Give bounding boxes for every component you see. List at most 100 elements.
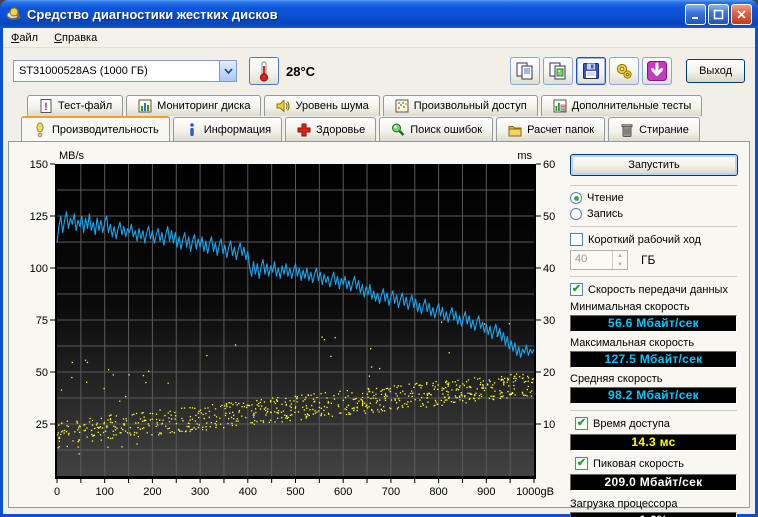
tab-extra-tests[interactable]: Дополнительные тесты [540, 95, 703, 116]
tab-information[interactable]: Информация [172, 117, 283, 141]
size-unit-label: ГБ [641, 253, 656, 267]
access-time-label: Время доступа [593, 417, 670, 430]
settings-button[interactable] [609, 57, 640, 85]
burst-speed-option[interactable]: ✔ Пиковая скорость [575, 457, 737, 470]
menu-bar: Файл Справка [3, 28, 755, 48]
access-time-option[interactable]: ✔ Время доступа [575, 417, 737, 430]
svg-text:20: 20 [543, 367, 555, 379]
random-access-icon [395, 99, 409, 113]
tab-label: Информация [203, 123, 272, 136]
svg-text:MB/s: MB/s [59, 150, 85, 162]
svg-text:125: 125 [30, 211, 48, 223]
svg-text:30: 30 [543, 315, 555, 327]
menu-file[interactable]: Файл [11, 32, 38, 44]
avg-speed-value: 98.2 Мбайт/сек [570, 387, 737, 404]
temperature-value: 28°C [286, 63, 316, 79]
run-button[interactable]: Запустить [570, 154, 738, 176]
svg-text:600: 600 [334, 486, 352, 498]
performance-page: 150 125 100 75 50 25 60 50 40 30 20 10 MB/s ms 0 100 200… [8, 141, 750, 517]
error-scan-icon [392, 123, 405, 136]
maximize-button[interactable] [708, 3, 729, 25]
tab-random-access[interactable]: Произвольный доступ [382, 95, 538, 116]
temperature-button[interactable] [249, 57, 279, 85]
svg-text:10: 10 [543, 419, 555, 431]
svg-text:50: 50 [543, 211, 555, 223]
mode-read-option[interactable]: Чтение [570, 192, 737, 204]
download-button[interactable] [642, 57, 673, 85]
svg-text:40: 40 [543, 263, 555, 275]
svg-text:0: 0 [54, 486, 60, 498]
write-radio[interactable] [570, 208, 582, 220]
burst-speed-value: 209.0 Мбайт/сек [570, 474, 737, 491]
transfer-speed-checkbox[interactable]: ✔ [570, 283, 583, 296]
tabs-zone: ! Тест-файл Мониторинг диска Уровень шум… [3, 94, 755, 141]
cpu-load-value: 1.6% [570, 512, 737, 517]
size-spinner-value: 40 [575, 253, 588, 265]
burst-speed-label: Пиковая скорость [593, 457, 685, 470]
tab-label: Стирание [639, 123, 689, 136]
short-stroke-label: Короткий рабочий ход [588, 233, 701, 246]
title-bar: Средство диагностики жестких дисков [0, 0, 758, 28]
disk-monitor-icon [138, 99, 152, 113]
svg-text:200: 200 [143, 486, 161, 498]
drive-select-dropdown-button[interactable] [219, 61, 236, 81]
short-stroke-size-row: 40 ▲ ▼ ГБ [570, 250, 737, 270]
spinner-down-icon[interactable]: ▼ [613, 260, 627, 269]
burst-speed-checkbox[interactable]: ✔ [575, 457, 588, 470]
copy-image-button[interactable] [543, 57, 574, 85]
health-icon [297, 123, 311, 136]
maximize-icon [713, 9, 724, 19]
size-spinner[interactable]: 40 ▲ ▼ [570, 250, 628, 270]
separator [570, 410, 737, 411]
tab-folder-calc[interactable]: Расчет папок [496, 117, 606, 141]
svg-text:700: 700 [382, 486, 400, 498]
test-file-icon: ! [40, 99, 52, 113]
minimize-button[interactable] [685, 3, 706, 25]
svg-text:1000gB: 1000gB [516, 486, 554, 498]
close-button[interactable] [731, 3, 752, 25]
tab-health[interactable]: Здоровье [285, 117, 377, 141]
controls-panel: Запустить Чтение Запись ✔ Короткий рабоч… [561, 146, 744, 517]
write-radio-label: Запись [587, 208, 624, 220]
svg-text:60: 60 [543, 159, 555, 171]
min-speed-label: Минимальная скорость [570, 301, 690, 313]
tab-label: Мониторинг диска [157, 100, 251, 112]
size-spinner-buttons[interactable]: ▲ ▼ [612, 251, 627, 269]
copy-report-button[interactable] [510, 57, 541, 85]
short-stroke-option[interactable]: ✔ Короткий рабочий ход [570, 233, 737, 246]
tab-performance[interactable]: Производительность [21, 116, 170, 141]
client-area: Файл Справка ST31000528AS (1000 ГБ) 28°C [3, 28, 755, 517]
spinner-up-icon[interactable]: ▲ [613, 251, 627, 260]
menu-help[interactable]: Справка [54, 32, 97, 44]
tab-label: Поиск ошибок [410, 123, 483, 136]
tab-error-scan[interactable]: Поиск ошибок [379, 117, 494, 141]
thermometer-icon [259, 61, 269, 82]
window-title: Средство диагностики жестких дисков [27, 6, 278, 22]
separator [570, 226, 737, 227]
separator [570, 276, 737, 277]
copy-report-icon [516, 62, 533, 80]
save-report-button[interactable] [576, 57, 607, 85]
tab-noise-level[interactable]: Уровень шума [264, 95, 380, 116]
read-radio[interactable] [570, 192, 582, 204]
tab-label: Тест-файл [58, 100, 113, 112]
mode-write-option[interactable]: Запись [570, 208, 737, 220]
noise-level-icon [276, 99, 291, 113]
transfer-speed-label: Скорость передачи данных [588, 283, 728, 296]
transfer-speed-option[interactable]: ✔ Скорость передачи данных [570, 283, 737, 296]
svg-text:!: ! [44, 101, 48, 113]
performance-icon [36, 122, 44, 137]
close-icon [737, 9, 746, 19]
tab-test-file[interactable]: ! Тест-файл [27, 95, 124, 116]
svg-text:50: 50 [36, 367, 48, 379]
short-stroke-checkbox[interactable]: ✔ [570, 233, 583, 246]
tab-disk-monitor[interactable]: Мониторинг диска [126, 95, 262, 116]
access-time-checkbox[interactable]: ✔ [575, 417, 588, 430]
svg-text:ms: ms [517, 150, 532, 162]
tab-label: Произвольный доступ [413, 100, 527, 112]
tab-erase[interactable]: Стирание [608, 117, 700, 141]
drive-select[interactable]: ST31000528AS (1000 ГБ) [13, 60, 237, 82]
folder-calc-icon [508, 125, 522, 136]
exit-button[interactable]: Выход [686, 59, 745, 83]
svg-text:800: 800 [429, 486, 447, 498]
